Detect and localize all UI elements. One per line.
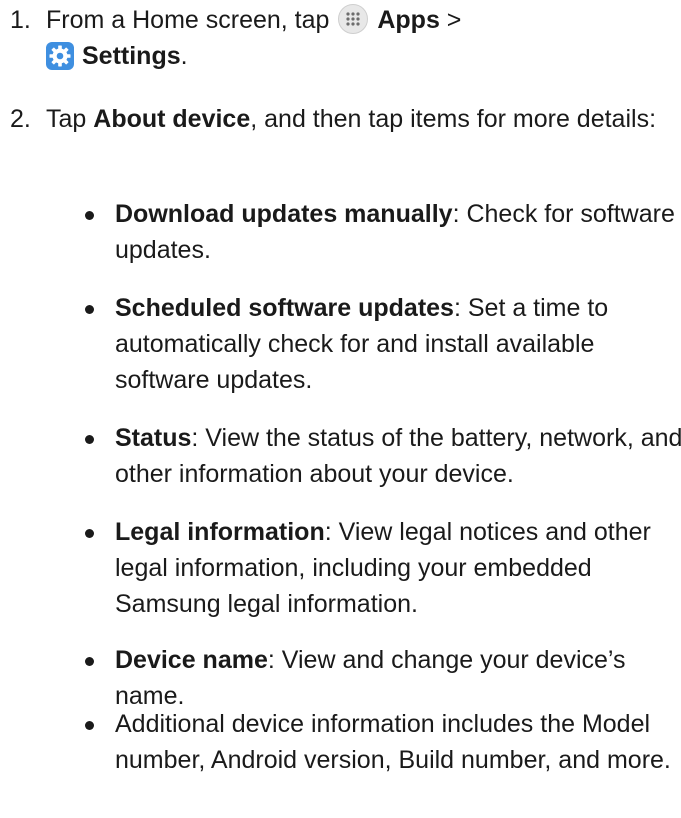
settings-label: Settings: [82, 42, 181, 70]
list-item-text: Device name: View and change your device…: [115, 642, 681, 714]
list-item-title: Status: [115, 424, 192, 452]
list-item-title: Scheduled software updates: [115, 294, 454, 322]
step-1-intro: From a Home screen, tap: [46, 6, 337, 34]
step-number: 2.: [10, 105, 31, 133]
bullet-dot: [85, 529, 94, 538]
step-1-end: .: [180, 42, 188, 70]
list-item-title: Download updates manually: [115, 200, 453, 228]
step-2-intro: Tap: [46, 105, 94, 133]
list-item: Additional device information includes t…: [55, 706, 675, 816]
bullet-dot: [85, 657, 94, 666]
list-item-description: : View the status of the battery, networ…: [115, 424, 681, 488]
about-device-label: About device: [93, 105, 251, 133]
list-item: Status: View the status of the battery, …: [55, 420, 681, 496]
step-text: From a Home screen, tap Apps > Settings.: [46, 2, 676, 74]
apps-label: Apps: [377, 6, 440, 34]
list-item-description: Additional device information includes t…: [115, 710, 671, 774]
list-item: Download updates manually: Check for sof…: [55, 196, 675, 272]
step-2-rest: , and then tap items for more details:: [250, 105, 657, 133]
menu-separator: >: [439, 6, 462, 34]
step-2: 2. Tap About device, and then tap items …: [10, 101, 670, 181]
bullet-dot: [85, 435, 94, 444]
list-item-title: Legal information: [115, 518, 325, 546]
settings-gear-icon: [46, 42, 74, 70]
list-item-text: Legal information: View legal notices an…: [115, 514, 681, 622]
bullet-dot: [85, 211, 94, 220]
list-item-text: Download updates manually: Check for sof…: [115, 196, 681, 268]
step-text: Tap About device, and then tap items for…: [46, 101, 676, 137]
document: 1. From a Home screen, tap Apps > Settin…: [0, 0, 681, 818]
list-item-text: Status: View the status of the battery, …: [115, 420, 681, 492]
apps-grid-icon: [338, 4, 369, 34]
bullet-dot: [85, 305, 94, 314]
list-item-title: Device name: [115, 646, 268, 674]
list-item: Legal information: View legal notices an…: [55, 514, 675, 624]
bullet-dot: [85, 721, 94, 730]
list-item-text: Additional device information includes t…: [115, 706, 681, 778]
step-1: 1. From a Home screen, tap Apps > Settin…: [10, 2, 670, 82]
list-item-text: Scheduled software updates: Set a time t…: [115, 290, 681, 398]
step-number: 1.: [10, 6, 31, 34]
list-item: Scheduled software updates: Set a time t…: [55, 290, 675, 400]
